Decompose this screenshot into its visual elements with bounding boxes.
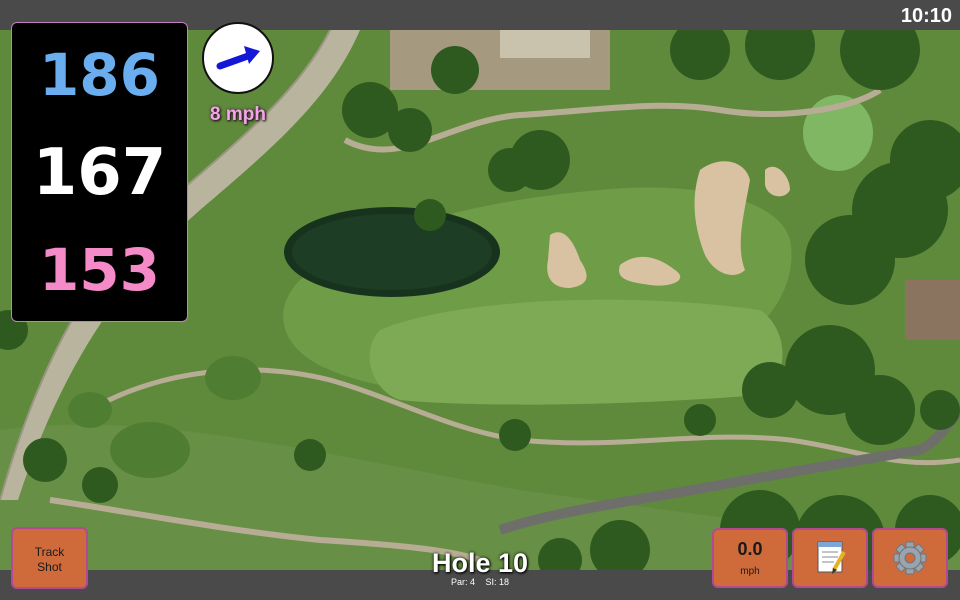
distance-panel: 186 167 153 bbox=[11, 22, 188, 322]
hole-title: Hole 10 bbox=[431, 548, 529, 578]
notepad-icon bbox=[817, 541, 846, 574]
tee-box-1 bbox=[205, 356, 261, 400]
clock: 10:10 bbox=[900, 5, 952, 27]
track-shot-button[interactable]: Track Shot bbox=[11, 527, 88, 589]
wind-direction-dial bbox=[202, 22, 274, 94]
tee-box-3 bbox=[68, 392, 112, 428]
wind-speed-value: 0.0 bbox=[737, 539, 763, 559]
hole-par: Par: 4 bbox=[450, 577, 475, 587]
pond-inner bbox=[292, 214, 492, 290]
settings-button[interactable] bbox=[872, 528, 948, 588]
center-distance: 167 bbox=[32, 136, 167, 210]
tee-box-2 bbox=[110, 422, 190, 478]
wind-speed-button[interactable]: 0.0 mph bbox=[712, 528, 788, 588]
gear-icon bbox=[893, 541, 927, 575]
wind-speed-label: 8 mph bbox=[210, 104, 266, 125]
hole-meta: Par: 4 SI: 18 bbox=[380, 577, 580, 587]
arrow-icon bbox=[216, 46, 260, 70]
hole-stroke-index: SI: 18 bbox=[485, 577, 510, 587]
tee-fairway bbox=[369, 299, 783, 405]
building bbox=[500, 30, 590, 58]
track-shot-label-line1: Track bbox=[34, 545, 65, 559]
notes-button[interactable] bbox=[792, 528, 868, 588]
front-distance: 153 bbox=[38, 236, 161, 304]
track-shot-label-line2: Shot bbox=[37, 560, 62, 574]
back-distance: 186 bbox=[38, 41, 161, 109]
wind-speed-unit: mph bbox=[740, 566, 760, 577]
building-east bbox=[905, 280, 960, 340]
